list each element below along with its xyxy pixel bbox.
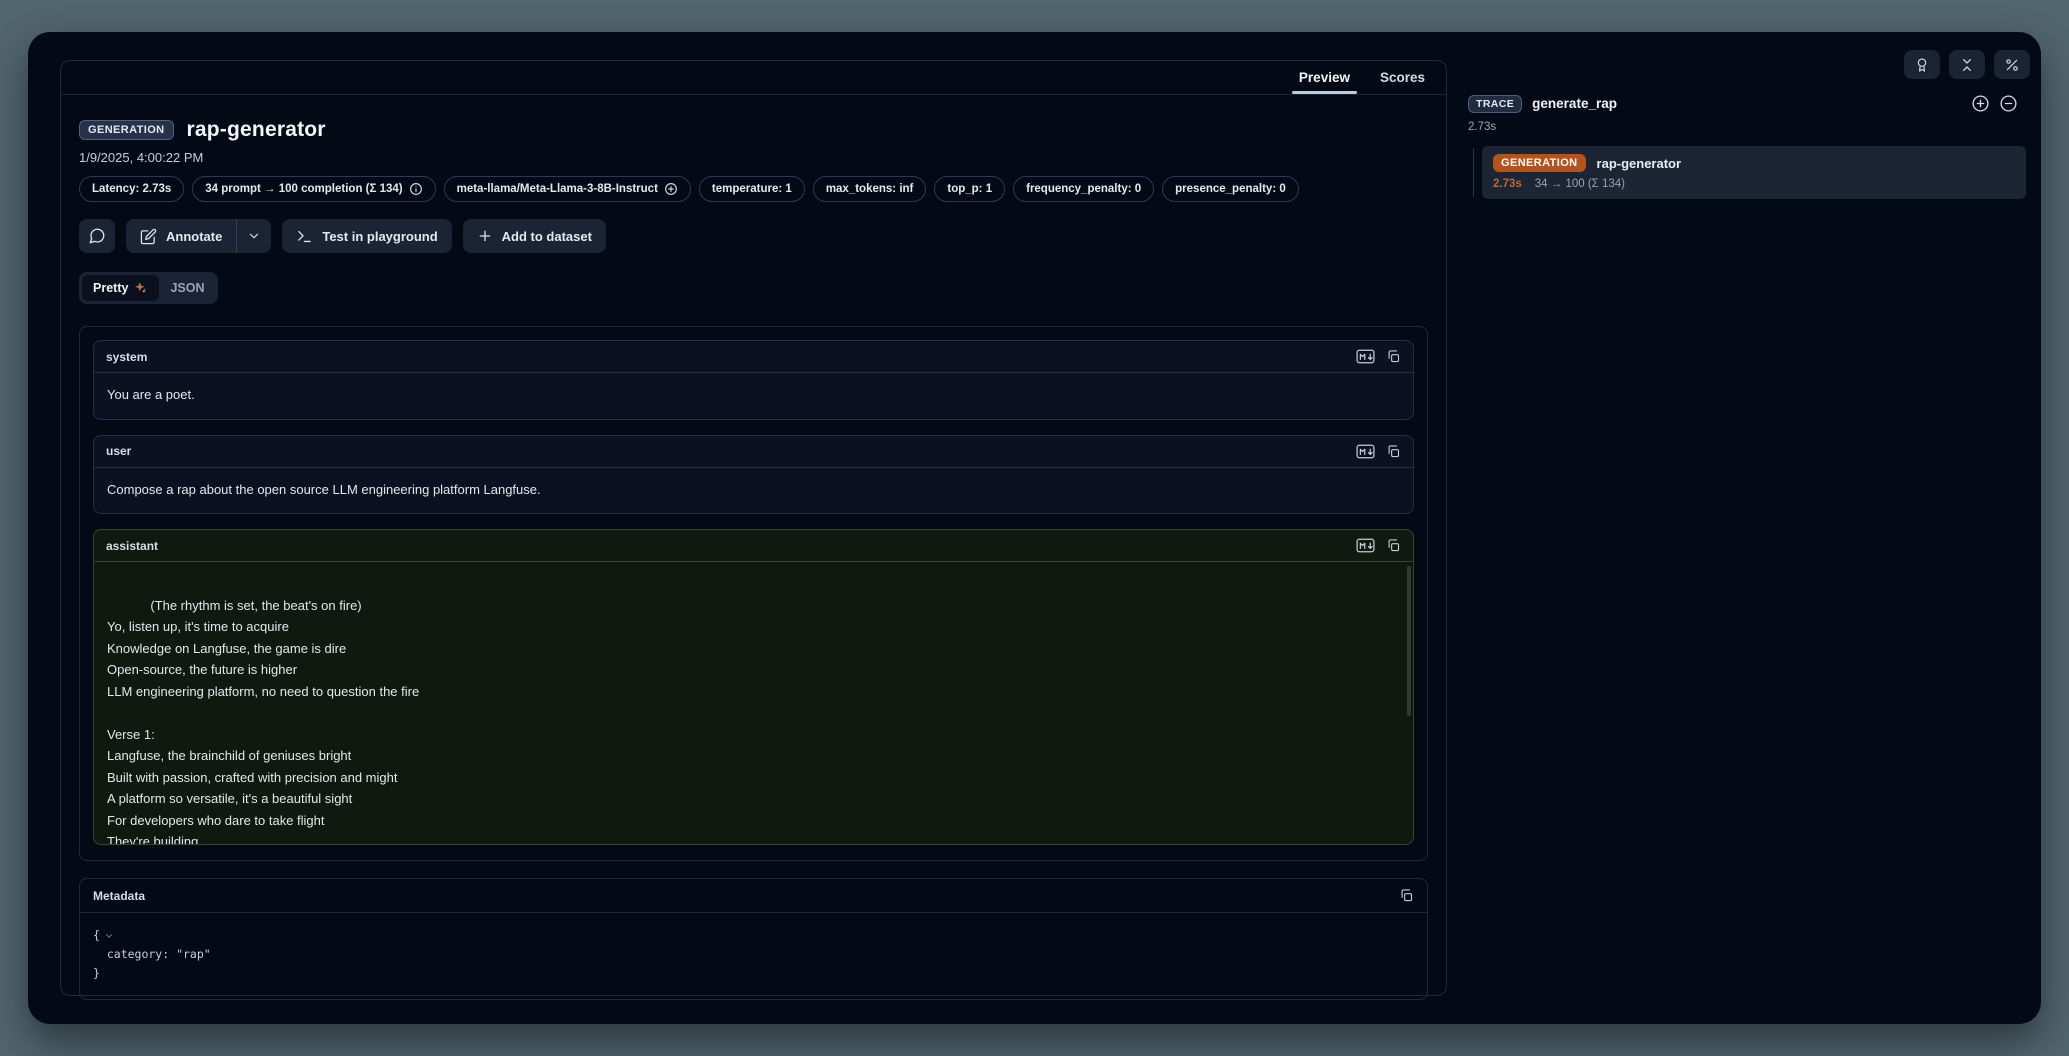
award-icon bbox=[1914, 57, 1930, 73]
add-to-dataset-label: Add to dataset bbox=[502, 229, 592, 244]
copy-icon[interactable] bbox=[1386, 538, 1401, 553]
assistant-message-content: (The rhythm is set, the beat's on fire) … bbox=[94, 562, 1413, 844]
sparkles-icon bbox=[134, 281, 148, 295]
plus-icon bbox=[477, 228, 493, 244]
trace-tree-sidebar: TRACE generate_rap 2.73s GENERATION rap-… bbox=[1464, 50, 2030, 199]
generation-name: rap-generator bbox=[1597, 156, 1682, 171]
trace-tree: GENERATION rap-generator 2.73s 34 → 100 … bbox=[1464, 146, 2030, 199]
generation-tree-item[interactable]: GENERATION rap-generator 2.73s 34 → 100 … bbox=[1482, 146, 2026, 199]
metadata-panel: Metadata { category: "rap" bbox=[79, 878, 1428, 1000]
assistant-message-header: assistant bbox=[94, 530, 1413, 562]
messages-container: system You are a poet. bbox=[79, 326, 1428, 861]
metadata-header: Metadata bbox=[80, 879, 1427, 913]
assistant-text: (The rhythm is set, the beat's on fire) … bbox=[107, 598, 419, 845]
app-window: Preview Scores GENERATION rap-generator … bbox=[28, 32, 2041, 1024]
tab-scores[interactable]: Scores bbox=[1365, 61, 1440, 94]
assistant-role-label: assistant bbox=[106, 539, 158, 553]
generation-badge: GENERATION bbox=[1493, 154, 1586, 172]
comment-icon bbox=[88, 227, 106, 245]
system-message-header: system bbox=[94, 341, 1413, 373]
add-to-dataset-button[interactable]: Add to dataset bbox=[463, 219, 606, 253]
metadata-title: Metadata bbox=[93, 889, 145, 903]
sidebar-actions bbox=[1464, 50, 2030, 79]
user-message-content: Compose a rap about the open source LLM … bbox=[94, 468, 1413, 514]
assistant-message-panel: assistant (The rhythm is set, the beat's… bbox=[93, 529, 1414, 845]
model-pill: meta-llama/Meta-Llama-3-8B-Instruct bbox=[444, 176, 691, 202]
detail-body: GENERATION rap-generator 1/9/2025, 4:00:… bbox=[61, 95, 1446, 1000]
copy-icon[interactable] bbox=[1399, 888, 1414, 903]
view-toggle-row: Pretty JSON bbox=[79, 272, 1428, 304]
annotate-button[interactable]: Annotate bbox=[126, 219, 236, 253]
generation-type-badge: GENERATION bbox=[79, 120, 174, 140]
info-icon[interactable] bbox=[409, 182, 423, 196]
copy-icon[interactable] bbox=[1386, 444, 1401, 459]
copy-icon[interactable] bbox=[1386, 349, 1401, 364]
trace-header-row[interactable]: TRACE generate_rap bbox=[1464, 94, 2030, 113]
expand-all-icon[interactable] bbox=[1971, 94, 1990, 113]
chevron-down-icon bbox=[247, 229, 261, 243]
collapse-chevron-icon[interactable] bbox=[104, 931, 114, 941]
system-role-label: system bbox=[106, 350, 147, 364]
generation-token-usage: 34 → 100 (Σ 134) bbox=[1535, 178, 1625, 190]
markdown-toggle-icon[interactable] bbox=[1356, 538, 1375, 553]
observation-detail-panel: Preview Scores GENERATION rap-generator … bbox=[60, 60, 1447, 996]
collapse-all-button[interactable] bbox=[1949, 50, 1985, 79]
edit-icon bbox=[140, 228, 157, 245]
metadata-close-brace: } bbox=[93, 964, 1414, 983]
detail-tabbar: Preview Scores bbox=[61, 61, 1446, 95]
user-message-panel: user Compose a rap about the open source… bbox=[93, 435, 1414, 515]
terminal-icon bbox=[296, 228, 313, 245]
temperature-pill: temperature: 1 bbox=[699, 176, 805, 202]
max-tokens-pill: max_tokens: inf bbox=[813, 176, 927, 202]
tab-preview[interactable]: Preview bbox=[1284, 61, 1365, 94]
parameter-pills: Latency: 2.73s 34 prompt → 100 completio… bbox=[79, 176, 1428, 202]
annotate-split-button: Annotate bbox=[126, 219, 271, 253]
generation-latency: 2.73s bbox=[1493, 178, 1522, 190]
pretty-label: Pretty bbox=[93, 281, 128, 295]
comment-button[interactable] bbox=[79, 219, 115, 253]
markdown-toggle-icon[interactable] bbox=[1356, 349, 1375, 364]
playground-label: Test in playground bbox=[322, 229, 437, 244]
metadata-content: { category: "rap" } bbox=[80, 913, 1427, 999]
percent-icon bbox=[2004, 57, 2020, 73]
user-message-header: user bbox=[94, 436, 1413, 468]
markdown-toggle-icon[interactable] bbox=[1356, 444, 1375, 459]
trace-latency: 2.73s bbox=[1464, 121, 2030, 133]
page-title: rap-generator bbox=[187, 118, 326, 142]
chevrons-down-up-icon bbox=[1959, 57, 1975, 73]
trace-type-badge: TRACE bbox=[1468, 95, 1522, 113]
scores-award-button[interactable] bbox=[1904, 50, 1940, 79]
collapse-tree-icon[interactable] bbox=[1999, 94, 2018, 113]
test-in-playground-button[interactable]: Test in playground bbox=[282, 219, 451, 253]
toggle-json[interactable]: JSON bbox=[159, 275, 215, 301]
toggle-pretty[interactable]: Pretty bbox=[82, 275, 159, 301]
action-buttons: Annotate Test in playground bbox=[79, 219, 1428, 253]
system-message-panel: system You are a poet. bbox=[93, 340, 1414, 420]
observation-timestamp: 1/9/2025, 4:00:22 PM bbox=[79, 150, 1428, 165]
system-message-content: You are a poet. bbox=[94, 373, 1413, 419]
presence-penalty-pill: presence_penalty: 0 bbox=[1162, 176, 1299, 202]
token-usage-pill: 34 prompt → 100 completion (Σ 134) bbox=[192, 176, 435, 202]
token-usage-label: 34 prompt → 100 completion (Σ 134) bbox=[205, 183, 402, 195]
metadata-line: category: "rap" bbox=[93, 945, 1414, 964]
latency-pill: Latency: 2.73s bbox=[79, 176, 184, 202]
top-p-pill: top_p: 1 bbox=[934, 176, 1005, 202]
circle-plus-icon[interactable] bbox=[664, 182, 678, 196]
percent-toggle-button[interactable] bbox=[1994, 50, 2030, 79]
annotate-label: Annotate bbox=[166, 229, 222, 244]
pretty-json-toggle: Pretty JSON bbox=[79, 272, 218, 304]
annotate-dropdown-button[interactable] bbox=[237, 219, 271, 253]
observation-header: GENERATION rap-generator bbox=[79, 118, 1428, 142]
metadata-open-brace: { bbox=[93, 926, 100, 945]
assistant-scrollbar[interactable] bbox=[1407, 566, 1411, 716]
trace-name: generate_rap bbox=[1532, 96, 1617, 111]
frequency-penalty-pill: frequency_penalty: 0 bbox=[1013, 176, 1154, 202]
user-role-label: user bbox=[106, 444, 131, 458]
model-label: meta-llama/Meta-Llama-3-8B-Instruct bbox=[457, 183, 658, 195]
